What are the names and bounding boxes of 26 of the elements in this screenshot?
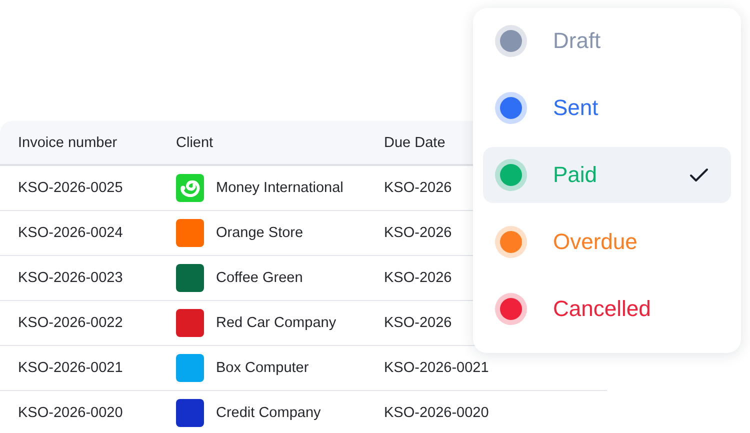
table-cell-text: KSO-2026-0023 (17, 270, 124, 286)
status-option[interactable]: Paid (483, 147, 731, 203)
table-cell-text: KSO-2026 (384, 270, 453, 286)
table-cell-text: KSO-2026 (384, 225, 453, 241)
table-cell: Money International (216, 180, 344, 196)
status-option[interactable]: Overdue (483, 214, 731, 270)
status-option[interactable]: Sent (483, 80, 731, 136)
table-cell: Credit Company (216, 405, 321, 421)
column-header: Due Date (384, 134, 446, 150)
column-header: Invoice number (17, 134, 118, 150)
table-cell-text: KSO-2026-0021 (17, 360, 124, 376)
table-cell-text: KSO-2026-0022 (17, 315, 124, 331)
table-cell: Orange Store (216, 225, 304, 241)
column-header: Client (176, 134, 214, 150)
table-cell-text: KSO-2026-0020 (17, 405, 124, 421)
table-cell: Red Car Company (216, 315, 336, 331)
status-option[interactable]: Draft (483, 13, 731, 69)
table-cell-text: KSO-2026-0025 (17, 180, 124, 196)
status-option[interactable]: Cancelled (483, 281, 731, 337)
table-cell-text: KSO-2026 (384, 315, 453, 331)
table-cell: Box Computer (216, 360, 309, 376)
table-cell-text: KSO-2026-0020 (384, 405, 490, 421)
table-cell-text: KSO-2026-0021 (384, 360, 490, 376)
table-cell: Coffee Green (216, 270, 303, 286)
table-cell-text: KSO-2026-0024 (17, 225, 124, 241)
table-cell-text: KSO-2026 (384, 180, 453, 196)
